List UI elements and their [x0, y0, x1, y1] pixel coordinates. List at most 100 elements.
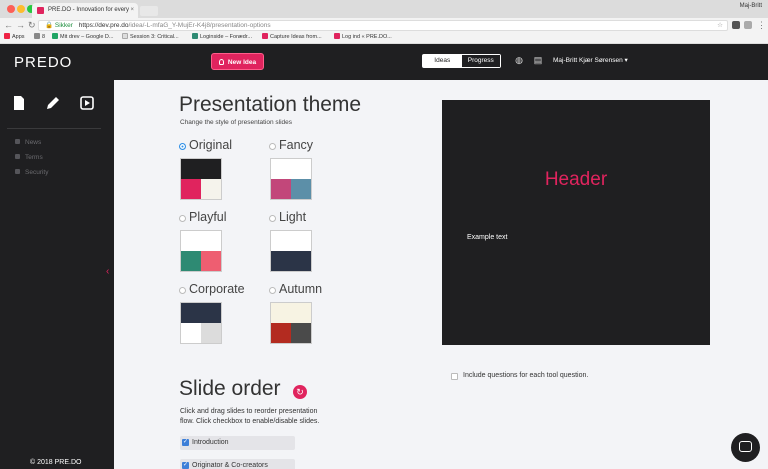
back-arrow-icon[interactable]: ←	[4, 19, 13, 31]
theme-radio-corporate[interactable]	[179, 287, 186, 294]
theme-swatch-fancy[interactable]	[270, 158, 312, 200]
swatch-color-block	[291, 323, 311, 343]
news-icon	[15, 139, 20, 144]
slide-order-title: Slide order	[179, 377, 281, 400]
swatch-color-block	[291, 179, 311, 199]
swatch-color-block	[271, 251, 291, 271]
address-bar[interactable]: 🔒 Sikker https://dev.pre.do/idea/-L-mfaG…	[38, 20, 728, 31]
site-icon	[192, 33, 198, 39]
page-icon	[122, 33, 128, 39]
terms-icon	[15, 154, 20, 159]
new-idea-button[interactable]: New Idea	[211, 53, 264, 70]
swatch-color-block	[181, 251, 201, 271]
theme-radio-original[interactable]	[179, 143, 186, 150]
reload-icon[interactable]: ↻	[28, 19, 36, 31]
browser-tab-title: PRE.DO - Innovation for every	[48, 7, 130, 13]
include-questions-checkbox[interactable]	[451, 373, 458, 380]
preview-header: Header	[544, 169, 608, 190]
theme-label-fancy[interactable]: Fancy	[279, 138, 313, 152]
browser-profile-name[interactable]: Maj-Britt	[740, 3, 762, 9]
bookmark-google[interactable]: 8	[34, 32, 45, 43]
sidebar-item-news[interactable]: News	[15, 139, 41, 146]
copyright-text: © 2018 PRE.DO	[30, 459, 82, 466]
new-idea-label: New Idea	[227, 59, 257, 66]
theme-swatch-light[interactable]	[270, 230, 312, 272]
new-tab-button[interactable]	[140, 6, 158, 16]
bookmark-session[interactable]: Session 3: Critical...	[122, 32, 179, 43]
bookmark-apps[interactable]: Apps	[4, 32, 25, 43]
slide-label: Introduction	[192, 439, 229, 446]
theme-label-corporate[interactable]: Corporate	[189, 282, 245, 296]
theme-radio-autumn[interactable]	[269, 287, 276, 294]
theme-radio-playful[interactable]	[179, 215, 186, 222]
user-menu[interactable]: Maj-Britt Kjær Sørensen ▾	[553, 56, 628, 64]
preview-text: Example text	[467, 234, 508, 241]
swatch-color-block	[181, 303, 221, 323]
theme-swatch-corporate[interactable]	[180, 302, 222, 344]
minimize-window-button[interactable]	[17, 5, 25, 13]
theme-swatch-playful[interactable]	[180, 230, 222, 272]
swatch-color-block	[271, 323, 291, 343]
app-header: PREDO	[0, 44, 768, 80]
globe-icon[interactable]: ◍	[514, 55, 524, 65]
predo-favicon-icon	[262, 33, 268, 39]
theme-label-light[interactable]: Light	[279, 210, 306, 224]
browser-menu-icon[interactable]: ⋮	[757, 19, 766, 31]
forward-arrow-icon[interactable]: →	[16, 19, 25, 31]
theme-label-playful[interactable]: Playful	[189, 210, 227, 224]
sidebar-item-terms[interactable]: Terms	[15, 154, 43, 161]
view-switcher: Ideas Progress	[422, 54, 501, 68]
theme-radio-fancy[interactable]	[269, 143, 276, 150]
theme-label-autumn[interactable]: Autumn	[279, 282, 322, 296]
sidebar-divider	[7, 128, 101, 129]
secure-label: Sikker	[54, 22, 73, 29]
swatch-color-block	[181, 323, 201, 343]
theme-label-original[interactable]: Original	[189, 138, 232, 152]
slide-enable-checkbox[interactable]	[182, 461, 189, 469]
slide-label: Originator & Co-creators	[192, 462, 268, 469]
slide-preview: Header Example text	[442, 100, 710, 345]
reset-order-refresh-icon[interactable]: ↻	[293, 385, 307, 399]
inbox-icon[interactable]: ▤	[533, 55, 543, 65]
swatch-color-block	[271, 303, 311, 323]
include-questions-label: Include questions for each tool question…	[463, 372, 589, 379]
extension-icon[interactable]	[744, 21, 752, 29]
tab-progress[interactable]: Progress	[461, 55, 500, 67]
bookmark-capture[interactable]: Capture Ideas from...	[262, 32, 322, 43]
theme-radio-light[interactable]	[269, 215, 276, 222]
theme-swatch-original[interactable]	[180, 158, 222, 200]
predo-favicon-icon	[334, 33, 340, 39]
bookmark-login[interactable]: Log ind « PRE.DO...	[334, 32, 392, 43]
bookmark-star-icon[interactable]: ☆	[717, 21, 723, 30]
swatch-color-block	[201, 323, 221, 343]
browser-tab-bar: PRE.DO - Innovation for every × Maj-Brit…	[0, 0, 768, 18]
tab-ideas[interactable]: Ideas	[423, 55, 462, 67]
collapse-sidebar-chevron-icon[interactable]: ‹	[106, 266, 109, 277]
url-host: https://dev.pre.do	[78, 22, 129, 29]
slide-order-desc-line2: flow. Click checkbox to enable/disable s…	[180, 418, 320, 425]
google-icon	[34, 33, 40, 39]
extension-icon[interactable]	[732, 21, 740, 29]
theme-swatch-autumn[interactable]	[270, 302, 312, 344]
sidebar-item-security[interactable]: Security	[15, 169, 48, 176]
presentation-play-icon[interactable]	[80, 96, 94, 110]
bookmark-drive[interactable]: Mit drev – Google D...	[52, 32, 114, 43]
theme-subtitle: Change the style of presentation slides	[180, 119, 293, 126]
browser-toolbar: ← → ↻ 🔒 Sikker https://dev.pre.do/idea/-…	[0, 18, 768, 32]
bookmarks-bar: Apps 8 Mit drev – Google D... Session 3:…	[0, 32, 768, 44]
predo-favicon-icon	[37, 7, 44, 14]
slide-row-originator[interactable]: Originator & Co-creators	[180, 459, 295, 469]
pencil-icon[interactable]	[46, 96, 60, 110]
swatch-color-block	[271, 179, 291, 199]
document-icon[interactable]	[12, 96, 26, 110]
predo-logo[interactable]: PREDO	[14, 54, 72, 71]
chat-launcher-button[interactable]	[731, 433, 760, 462]
close-tab-icon[interactable]: ×	[130, 3, 134, 18]
swatch-color-block	[201, 179, 221, 199]
slide-row-introduction[interactable]: Introduction	[180, 436, 295, 450]
browser-tab[interactable]: PRE.DO - Innovation for every ×	[32, 3, 138, 18]
bookmark-loginside[interactable]: Loginside – Forædr...	[192, 32, 252, 43]
lightbulb-icon	[218, 59, 224, 65]
close-window-button[interactable]	[7, 5, 15, 13]
slide-enable-checkbox[interactable]	[182, 438, 189, 446]
